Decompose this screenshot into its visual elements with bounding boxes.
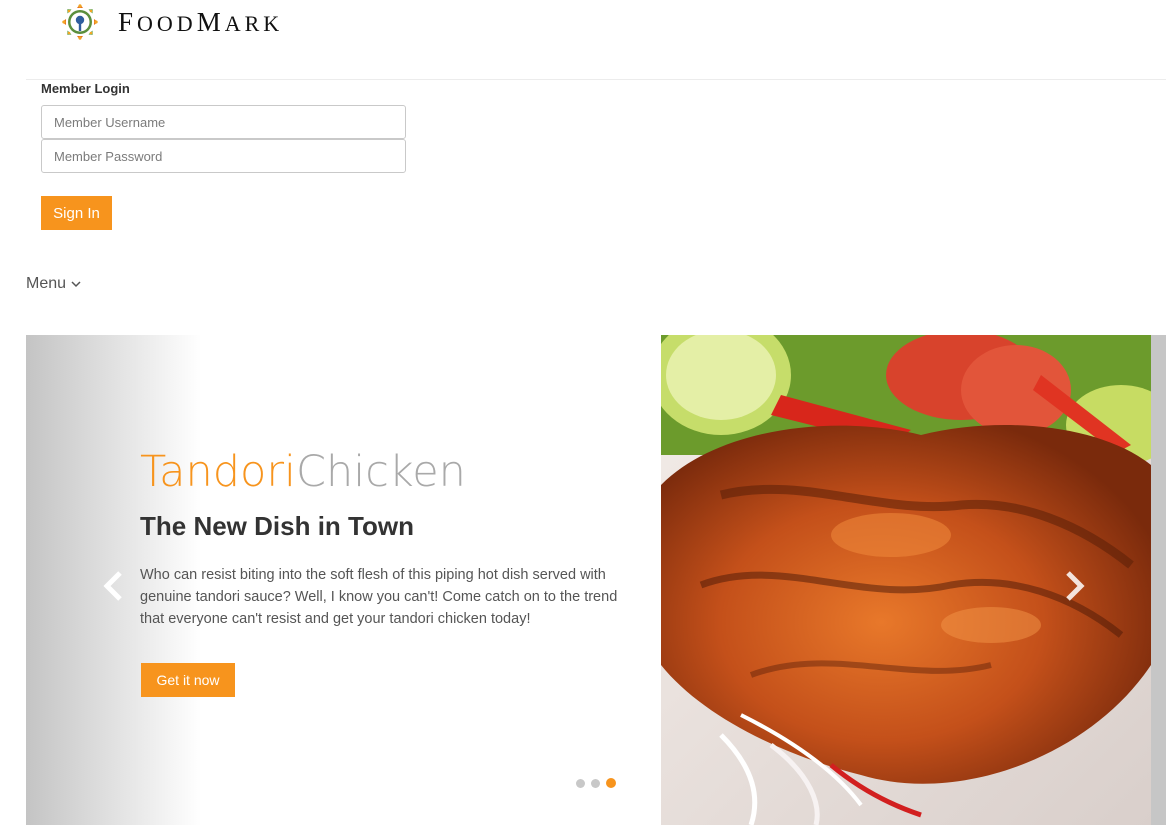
brand-letter-f: F	[118, 6, 138, 37]
slider-prev-button[interactable]	[102, 570, 124, 607]
slider-dot-3[interactable]	[606, 778, 616, 788]
get-it-now-button[interactable]: Get it now	[141, 663, 235, 697]
brand-letters-ood: OOD	[137, 10, 197, 36]
site-logo[interactable]: FOODMARK	[48, 3, 283, 41]
chevron-left-icon	[103, 571, 122, 601]
menu-label: Menu	[26, 275, 67, 292]
password-input[interactable]	[41, 139, 406, 173]
headline-word-tandori: Tandori	[140, 447, 296, 497]
slide-description: Who can resist biting into the soft fles…	[140, 567, 618, 627]
slider-next-button[interactable]	[1064, 570, 1086, 607]
next-slide-peek	[1151, 335, 1166, 825]
brand-letters-ark: ARK	[224, 10, 284, 36]
header-divider	[26, 79, 1166, 80]
member-login-form: Member Login Sign In	[41, 81, 406, 230]
slider-pagination	[576, 778, 616, 788]
slider-dot-2[interactable]	[591, 778, 600, 788]
brand-wordmark: FOODMARK	[118, 7, 283, 38]
chevron-right-icon	[1066, 571, 1085, 601]
menu-toggle[interactable]: Menu	[26, 275, 81, 293]
slide-headline: TandoriChicken	[140, 447, 466, 497]
username-input[interactable]	[41, 105, 406, 139]
foodmark-logo-icon	[62, 4, 98, 40]
chevron-down-icon	[71, 280, 81, 287]
hero-slider: TandoriChicken The New Dish in Town Who …	[26, 335, 1166, 825]
slide-subheading: The New Dish in Town	[140, 511, 414, 541]
slider-dot-1[interactable]	[576, 778, 585, 788]
login-title: Member Login	[41, 81, 130, 96]
headline-word-chicken: Chicken	[295, 447, 466, 497]
sign-in-button[interactable]: Sign In	[41, 196, 112, 230]
brand-letter-m: M	[196, 6, 225, 37]
